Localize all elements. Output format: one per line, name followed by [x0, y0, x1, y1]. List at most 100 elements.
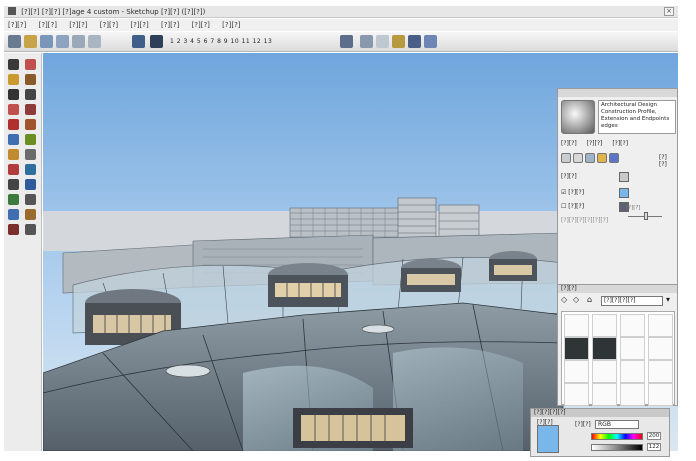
color-model-dropdown[interactable]: RGB — [595, 420, 639, 429]
axes-icon[interactable] — [25, 164, 36, 175]
component-thumbnail[interactable] — [592, 314, 617, 337]
tab-mix[interactable]: [?][?] — [612, 140, 628, 147]
menu-window[interactable]: [?][?] — [192, 21, 210, 29]
window-title: [?][?] [?][?] [?]age 4 custom - Sketchup… — [21, 8, 206, 16]
move-icon[interactable] — [8, 119, 19, 130]
component-thumbnail[interactable] — [564, 383, 589, 406]
details-icon[interactable]: ▾ — [666, 295, 670, 304]
hue-value-field[interactable]: 200 — [647, 432, 661, 440]
new-file-icon[interactable] — [8, 35, 21, 48]
menu-view[interactable]: [?][?] — [69, 21, 87, 29]
component-thumbnail[interactable] — [648, 383, 673, 406]
menu-file[interactable]: [?][?] — [8, 21, 26, 29]
front-view-icon[interactable] — [72, 35, 85, 48]
rotate-icon[interactable] — [25, 119, 36, 130]
style-setting-icons: [?][?] — [561, 153, 673, 168]
xray-style-icon[interactable] — [340, 35, 353, 48]
styles-panel-header[interactable] — [558, 89, 677, 97]
slider-label: [?][?] — [626, 205, 641, 211]
menu-draw[interactable]: [?][?] — [130, 21, 148, 29]
setting-row-background[interactable]: [?][?] — [561, 172, 673, 182]
orbit-icon[interactable] — [25, 179, 36, 190]
edge-settings-icon[interactable] — [561, 153, 571, 163]
push-pull-icon[interactable] — [25, 104, 36, 115]
current-color-swatch[interactable] — [537, 425, 559, 453]
sky-color-chip[interactable] — [619, 188, 629, 198]
transparency-slider[interactable]: [?][?] — [626, 205, 666, 225]
scale-icon[interactable] — [8, 134, 19, 145]
select-arrow-icon[interactable] — [8, 59, 19, 70]
slider-thumb[interactable] — [644, 212, 648, 220]
text-icon[interactable] — [8, 164, 19, 175]
hidden-line-style-icon[interactable] — [376, 35, 389, 48]
forward-arrow-icon[interactable]: ◇ — [573, 295, 579, 304]
background-settings-icon[interactable] — [585, 153, 595, 163]
zoom-icon[interactable] — [25, 194, 36, 205]
pan-icon[interactable] — [8, 194, 19, 205]
zoom-extents-icon[interactable] — [8, 209, 19, 220]
textured-style-icon[interactable] — [408, 35, 421, 48]
pencil-icon[interactable] — [8, 104, 19, 115]
menu-camera[interactable]: [?][?] — [100, 21, 118, 29]
component-thumbnail[interactable] — [564, 314, 589, 337]
arc-icon[interactable] — [25, 89, 36, 100]
component-thumbnail[interactable] — [620, 383, 645, 406]
component-thumbnail[interactable] — [620, 337, 645, 360]
menu-help[interactable]: [?][?] — [222, 21, 240, 29]
component-thumbnail[interactable] — [648, 360, 673, 383]
home-view-icon[interactable] — [56, 35, 69, 48]
setting-row-sky[interactable]: ☑ [?][?] — [561, 188, 673, 198]
tape-measure-icon[interactable] — [8, 149, 19, 160]
wireframe-style-icon[interactable] — [360, 35, 373, 48]
component-thumbnail[interactable] — [592, 383, 617, 406]
sketchup-window: [?][?] [?][?] [?]age 4 custom - Sketchup… — [0, 0, 696, 461]
component-thumbnail[interactable] — [648, 337, 673, 360]
component-thumbnail[interactable] — [564, 360, 589, 383]
show-ground-from-below-label: [?][?][?][?][?][?] — [561, 217, 609, 224]
component-thumbnail[interactable] — [620, 360, 645, 383]
watermark-settings-icon[interactable] — [597, 153, 607, 163]
hue-slider[interactable] — [591, 433, 643, 440]
protractor-icon[interactable] — [25, 149, 36, 160]
dimension-icon[interactable] — [8, 179, 19, 190]
rectangle-icon[interactable] — [25, 74, 36, 85]
monochrome-style-icon[interactable] — [424, 35, 437, 48]
shaded-style-icon[interactable] — [392, 35, 405, 48]
home-icon[interactable]: ⌂ — [587, 295, 592, 304]
component-thumbnail[interactable] — [564, 337, 589, 360]
value-value-field[interactable]: 122 — [647, 443, 661, 451]
tab-edit[interactable]: [?][?] — [587, 140, 603, 147]
look-around-icon[interactable] — [8, 224, 19, 235]
section-plane-icon[interactable] — [25, 224, 36, 235]
back-view-icon[interactable] — [88, 35, 101, 48]
value-slider[interactable] — [591, 444, 643, 451]
save-icon[interactable] — [40, 35, 53, 48]
eraser-icon[interactable] — [25, 59, 36, 70]
tab-select[interactable]: [?][?] — [561, 140, 577, 147]
offset-icon[interactable] — [25, 134, 36, 145]
components-panel-header[interactable]: [?][?] — [558, 285, 677, 293]
face-settings-icon[interactable] — [573, 153, 583, 163]
walk-icon[interactable] — [25, 209, 36, 220]
component-thumbnail[interactable] — [620, 314, 645, 337]
component-icon[interactable] — [132, 35, 145, 48]
menu-tools[interactable]: [?][?] — [161, 21, 179, 29]
scene-tabs-strip[interactable]: 1 2 3 4 5 6 7 8 9 10 11 12 13 — [170, 37, 334, 46]
background-color-chip[interactable] — [619, 172, 629, 182]
style-preview-thumbnail — [561, 100, 595, 134]
collection-dropdown[interactable]: [?][?][?][?] — [601, 296, 663, 306]
title-bar: [?][?] [?][?] [?]age 4 custom - Sketchup… — [4, 6, 678, 18]
menu-edit[interactable]: [?][?] — [39, 21, 57, 29]
paint-bucket-icon[interactable] — [8, 74, 19, 85]
open-file-icon[interactable] — [24, 35, 37, 48]
color-panel-header[interactable]: [?][?][?][?] — [531, 409, 669, 417]
component-thumbnail[interactable] — [592, 360, 617, 383]
circle-icon[interactable] — [8, 89, 19, 100]
component-thumbnail[interactable] — [592, 337, 617, 360]
close-window-button[interactable]: × — [664, 7, 674, 16]
modeling-settings-icon[interactable] — [609, 153, 619, 163]
component-thumbnail[interactable] — [648, 314, 673, 337]
back-arrow-icon[interactable]: ◇ — [561, 295, 567, 304]
setting-label: [?][?] — [568, 203, 585, 210]
group-icon[interactable] — [150, 35, 163, 48]
